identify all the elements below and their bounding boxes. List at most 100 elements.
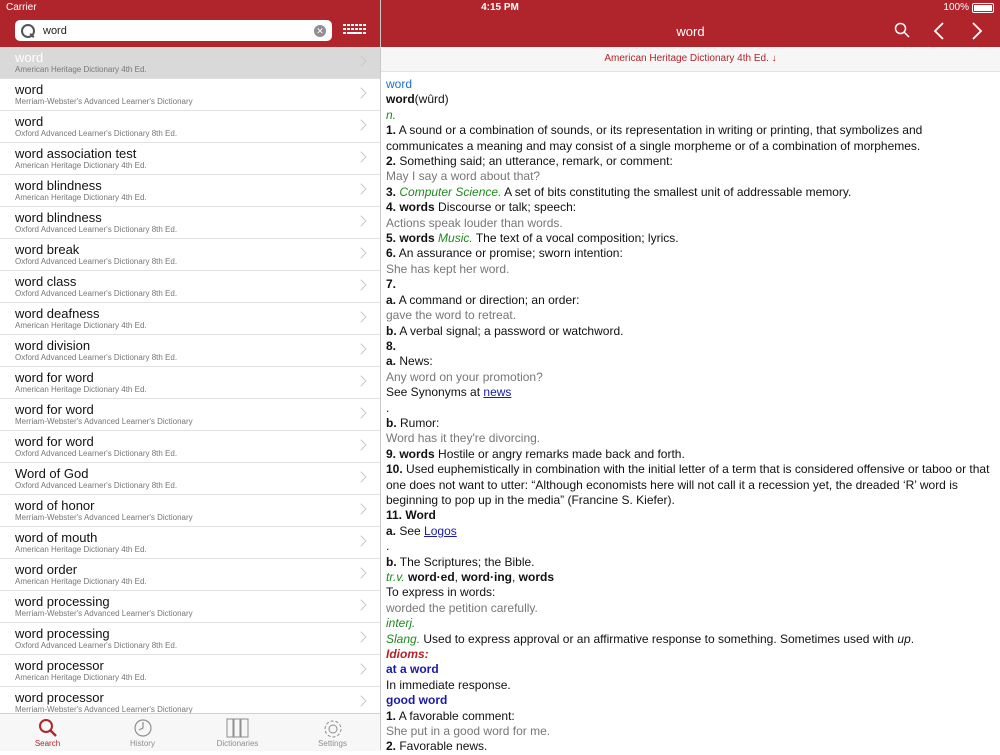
definition: b. Rumor:	[386, 415, 440, 430]
result-term: word processing	[15, 594, 110, 609]
separator: .	[386, 400, 390, 415]
tab-history[interactable]: History	[95, 714, 190, 751]
result-source: American Heritage Dictionary 4th Ed.	[15, 545, 147, 554]
result-row[interactable]: word blindness Oxford Advanced Learner's …	[0, 207, 380, 239]
chevron-right-icon	[355, 343, 367, 355]
definition: 4. words Discourse or talk; speech:	[386, 200, 577, 215]
result-source: American Heritage Dictionary 4th Ed.	[15, 577, 147, 586]
status-bar: Carrier 4:15 PM 100%	[0, 0, 1000, 16]
result-term: word blindness	[15, 210, 102, 225]
link-logos[interactable]: Logos	[424, 524, 457, 538]
result-row[interactable]: word order American Heritage Dictionary 4…	[0, 559, 380, 591]
result-term: word	[15, 82, 44, 97]
definition: 10. Used euphemistically in combination …	[386, 462, 990, 507]
result-row[interactable]: word Merriam-Webster's Advanced Learner's…	[0, 79, 380, 111]
dictionary-source-selector[interactable]: American Heritage Dictionary 4th Ed. ↓	[381, 47, 1000, 72]
result-term: word blindness	[15, 178, 102, 193]
chevron-right-icon	[355, 631, 367, 643]
result-row[interactable]: word of mouth American Heritage Dictionar…	[0, 527, 380, 559]
tab-label: History	[130, 739, 155, 748]
result-row[interactable]: word processing Merriam-Webster's Advance…	[0, 591, 380, 623]
definition: Slang. Used to express approval or an af…	[386, 631, 915, 646]
definition-number: 7.	[386, 277, 397, 292]
result-source: Merriam-Webster's Advanced Learner's Dic…	[15, 609, 193, 618]
forward-arrow-icon[interactable]	[971, 22, 983, 40]
definition: 9. words Hostile or angry remarks made b…	[386, 446, 685, 461]
tab-dictionaries[interactable]: Dictionaries	[190, 714, 285, 751]
tab-settings[interactable]: Settings	[285, 714, 380, 751]
battery-indicator: 100%	[943, 2, 994, 13]
result-row[interactable]: word processor Merriam-Webster's Advanced…	[0, 687, 380, 713]
result-source: Oxford Advanced Learner's Dictionary 8th…	[15, 225, 178, 234]
idiom: good word	[386, 693, 448, 708]
definition: To express in words:	[386, 585, 496, 600]
tab-label: Dictionaries	[216, 739, 259, 748]
clear-search-icon[interactable]: ✕	[314, 24, 326, 37]
definition: b. The Scriptures; the Bible.	[386, 554, 535, 569]
result-term: word class	[15, 274, 77, 289]
search-value[interactable]: word	[43, 25, 314, 37]
result-source: Merriam-Webster's Advanced Learner's Dic…	[15, 513, 193, 522]
result-row[interactable]: word break Oxford Advanced Learner's Dict…	[0, 239, 380, 271]
synonym-link-news[interactable]: news	[483, 385, 511, 399]
result-term: word division	[15, 338, 91, 353]
clock: 4:15 PM	[481, 2, 519, 13]
result-row[interactable]: word processing Oxford Advanced Learner's…	[0, 623, 380, 655]
result-row[interactable]: word processor American Heritage Dictiona…	[0, 655, 380, 687]
result-source: Merriam-Webster's Advanced Learner's Dic…	[15, 417, 193, 426]
result-row[interactable]: word class Oxford Advanced Learner's Dict…	[0, 271, 380, 303]
definition: a. A command or direction; an order:	[386, 292, 580, 307]
search-input[interactable]: word ✕	[15, 20, 332, 41]
idiom: at a word	[386, 662, 439, 677]
result-row[interactable]: Word of God Oxford Advanced Learner's Dic…	[0, 463, 380, 495]
result-term: word deafness	[15, 306, 100, 321]
result-row[interactable]: word division Oxford Advanced Learner's D…	[0, 335, 380, 367]
chevron-right-icon	[355, 87, 367, 99]
clock-icon	[133, 719, 152, 737]
result-source: American Heritage Dictionary 4th Ed.	[15, 65, 147, 74]
definition: 5. words Music. The text of a vocal comp…	[386, 231, 679, 246]
back-arrow-icon[interactable]	[933, 22, 945, 40]
tab-search[interactable]: Search	[0, 714, 95, 751]
results-list: word American Heritage Dictionary 4th Ed.…	[0, 47, 380, 713]
example: gave the word to retreat.	[386, 308, 517, 323]
result-row[interactable]: word blindness American Heritage Dictiona…	[0, 175, 380, 207]
result-source: American Heritage Dictionary 4th Ed.	[15, 385, 147, 394]
result-term: word processor	[15, 690, 104, 705]
sidebar: word ✕ word American Heritage Dictionary …	[0, 0, 381, 751]
definition: a. See Logos	[386, 523, 457, 538]
keyboard-icon[interactable]	[343, 24, 366, 38]
result-row[interactable]: word association test American Heritage D…	[0, 143, 380, 175]
tab-label: Settings	[318, 739, 347, 748]
result-row[interactable]: word American Heritage Dictionary 4th Ed.	[0, 47, 380, 79]
result-term: Word of God	[15, 466, 89, 481]
result-source: Merriam-Webster's Advanced Learner's Dic…	[15, 705, 193, 713]
chevron-right-icon	[355, 183, 367, 195]
result-row[interactable]: word for word Oxford Advanced Learner's D…	[0, 431, 380, 463]
entry-content: word word(wûrd) n. 1. A sound or a combi…	[386, 77, 991, 755]
chevron-right-icon	[355, 439, 367, 451]
chevron-right-icon	[355, 55, 367, 67]
result-row[interactable]: word deafness American Heritage Dictionar…	[0, 303, 380, 335]
result-row[interactable]: word for word Merriam-Webster's Advanced …	[0, 399, 380, 431]
entry-pane: word American Heritage Dictionary 4th Ed…	[381, 0, 1000, 753]
result-row[interactable]: word of honor Merriam-Webster's Advanced …	[0, 495, 380, 527]
result-source: Merriam-Webster's Advanced Learner's Dic…	[15, 97, 193, 106]
chevron-right-icon	[355, 695, 367, 707]
battery-icon	[972, 2, 994, 13]
example: May I say a word about that?	[386, 169, 541, 184]
chevron-right-icon	[355, 151, 367, 163]
result-row[interactable]: word for word American Heritage Dictionar…	[0, 367, 380, 399]
books-icon	[226, 718, 248, 738]
definition: In immediate response.	[386, 677, 511, 692]
result-term: word order	[15, 562, 78, 577]
headword: word	[386, 77, 413, 91]
example: worded the petition carefully.	[386, 600, 538, 615]
result-row[interactable]: word Oxford Advanced Learner's Dictionary…	[0, 111, 380, 143]
example: Any word on your promotion?	[386, 369, 543, 384]
chevron-right-icon	[355, 471, 367, 483]
chevron-right-icon	[355, 535, 367, 547]
search-icon[interactable]	[894, 22, 910, 38]
part-of-speech: n.	[386, 107, 397, 122]
example: She put in a good word for me.	[386, 724, 551, 739]
